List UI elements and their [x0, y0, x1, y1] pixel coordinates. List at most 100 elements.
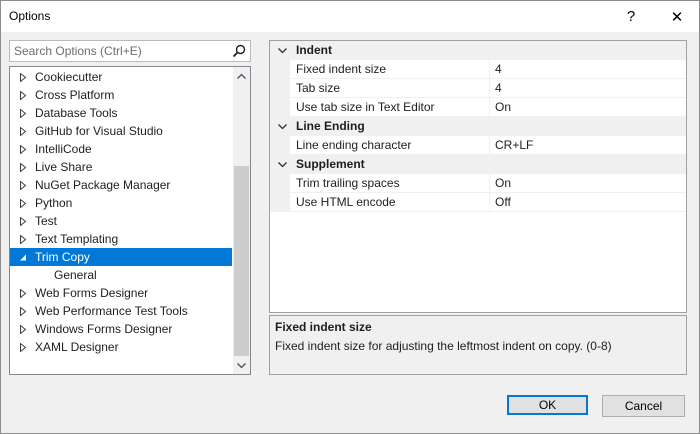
- collapse-arrow-icon[interactable]: [19, 253, 27, 262]
- tree-item[interactable]: Test: [10, 212, 232, 230]
- tree-item[interactable]: Windows Forms Designer: [10, 320, 232, 338]
- tree-expander[interactable]: [17, 86, 29, 104]
- row-gutter: [270, 174, 290, 193]
- cancel-button[interactable]: Cancel: [602, 395, 685, 417]
- expand-arrow-icon[interactable]: [19, 234, 27, 244]
- chevron-down-icon[interactable]: [277, 123, 287, 130]
- expand-arrow-icon[interactable]: [19, 90, 27, 100]
- column-divider[interactable]: [489, 98, 490, 117]
- category-row[interactable]: Indent: [270, 41, 686, 60]
- property-value[interactable]: On: [495, 98, 511, 116]
- chevron-down-icon: [237, 362, 246, 368]
- tree-item[interactable]: Live Share: [10, 158, 232, 176]
- expand-arrow-icon[interactable]: [19, 198, 27, 208]
- expand-arrow-icon[interactable]: [19, 324, 27, 334]
- expand-arrow-icon[interactable]: [19, 342, 27, 352]
- property-row[interactable]: Fixed indent size 4: [270, 60, 686, 79]
- tree-item[interactable]: NuGet Package Manager: [10, 176, 232, 194]
- chevron-down-icon[interactable]: [277, 161, 287, 168]
- tree-item-label: Web Performance Test Tools: [35, 304, 188, 318]
- tree-item[interactable]: Text Templating: [10, 230, 232, 248]
- tree-item-label: Trim Copy: [35, 250, 90, 264]
- column-divider[interactable]: [489, 174, 490, 193]
- tree-item[interactable]: Cookiecutter: [10, 68, 232, 86]
- property-name: Tab size: [296, 81, 341, 95]
- category-expander[interactable]: [276, 117, 288, 136]
- property-row[interactable]: Trim trailing spaces On: [270, 174, 686, 193]
- property-value[interactable]: 4: [495, 79, 502, 97]
- tree-expander[interactable]: [17, 68, 29, 86]
- tree-item-label: XAML Designer: [35, 340, 119, 354]
- category-label: Line Ending: [296, 119, 365, 133]
- expand-arrow-icon[interactable]: [19, 288, 27, 298]
- close-button[interactable]: ✕: [655, 1, 699, 32]
- property-value[interactable]: On: [495, 174, 511, 192]
- tree-item[interactable]: Web Forms Designer: [10, 284, 232, 302]
- category-expander[interactable]: [276, 41, 288, 60]
- tree-expander[interactable]: [17, 338, 29, 356]
- property-value[interactable]: 4: [495, 60, 502, 78]
- tree-item-label: Cookiecutter: [35, 70, 103, 84]
- expand-arrow-icon[interactable]: [19, 180, 27, 190]
- search-input[interactable]: Search Options (Ctrl+E): [9, 40, 251, 62]
- column-divider[interactable]: [489, 60, 490, 79]
- tree-item[interactable]: Trim Copy: [10, 248, 232, 266]
- expand-arrow-icon[interactable]: [19, 306, 27, 316]
- scroll-thumb[interactable]: [234, 166, 249, 356]
- expand-arrow-icon[interactable]: [19, 162, 27, 172]
- tree-expander[interactable]: [17, 302, 29, 320]
- tree-item[interactable]: General: [10, 266, 232, 284]
- tree-item[interactable]: Database Tools: [10, 104, 232, 122]
- tree-expander[interactable]: [17, 158, 29, 176]
- chevron-down-icon[interactable]: [277, 47, 287, 54]
- tree-item[interactable]: XAML Designer: [10, 338, 232, 356]
- tree-item[interactable]: IntelliCode: [10, 140, 232, 158]
- tree-item[interactable]: Cross Platform: [10, 86, 232, 104]
- tree-item[interactable]: Python: [10, 194, 232, 212]
- property-row[interactable]: Tab size 4: [270, 79, 686, 98]
- property-row[interactable]: Line ending character CR+LF: [270, 136, 686, 155]
- category-row[interactable]: Supplement: [270, 155, 686, 174]
- row-gutter: [270, 193, 290, 212]
- category-row[interactable]: Line Ending: [270, 117, 686, 136]
- tree-expander[interactable]: [17, 248, 29, 266]
- options-tree: Cookiecutter Cross Platform Database Tools…: [9, 66, 251, 375]
- category-expander[interactable]: [276, 155, 288, 174]
- tree-expander[interactable]: [17, 122, 29, 140]
- tree-scrollbar[interactable]: [233, 67, 250, 374]
- tree-expander[interactable]: [17, 212, 29, 230]
- tree-expander[interactable]: [17, 230, 29, 248]
- property-row[interactable]: Use tab size in Text Editor On: [270, 98, 686, 117]
- tree-item-label: Cross Platform: [35, 88, 115, 102]
- help-button[interactable]: ?: [609, 1, 653, 32]
- tree-item-label: IntelliCode: [35, 142, 92, 156]
- expand-arrow-icon[interactable]: [19, 216, 27, 226]
- tree-expander[interactable]: [17, 320, 29, 338]
- ok-button[interactable]: OK: [507, 395, 588, 415]
- expand-arrow-icon[interactable]: [19, 144, 27, 154]
- expand-arrow-icon[interactable]: [19, 72, 27, 82]
- search-icon[interactable]: [231, 43, 247, 59]
- scroll-up-button[interactable]: [233, 67, 250, 84]
- tree-expander[interactable]: [17, 140, 29, 158]
- search-placeholder: Search Options (Ctrl+E): [14, 44, 142, 58]
- tree-item-label: General: [54, 268, 97, 282]
- tree-expander[interactable]: [17, 104, 29, 122]
- tree-expander[interactable]: [17, 284, 29, 302]
- column-divider[interactable]: [489, 79, 490, 98]
- row-gutter: [270, 98, 290, 117]
- property-row[interactable]: Use HTML encode Off: [270, 193, 686, 212]
- tree-item[interactable]: GitHub for Visual Studio: [10, 122, 232, 140]
- tree-expander[interactable]: [17, 194, 29, 212]
- column-divider[interactable]: [489, 136, 490, 155]
- column-divider[interactable]: [489, 193, 490, 212]
- tree-item[interactable]: Web Performance Test Tools: [10, 302, 232, 320]
- property-value[interactable]: CR+LF: [495, 136, 533, 154]
- scroll-down-button[interactable]: [233, 357, 250, 374]
- description-title: Fixed indent size: [275, 320, 372, 334]
- property-value[interactable]: Off: [495, 193, 511, 211]
- expand-arrow-icon[interactable]: [19, 108, 27, 118]
- tree-expander[interactable]: [17, 176, 29, 194]
- property-grid: Indent Fixed indent size 4 Tab size 4 Use tab…: [269, 40, 687, 313]
- expand-arrow-icon[interactable]: [19, 126, 27, 136]
